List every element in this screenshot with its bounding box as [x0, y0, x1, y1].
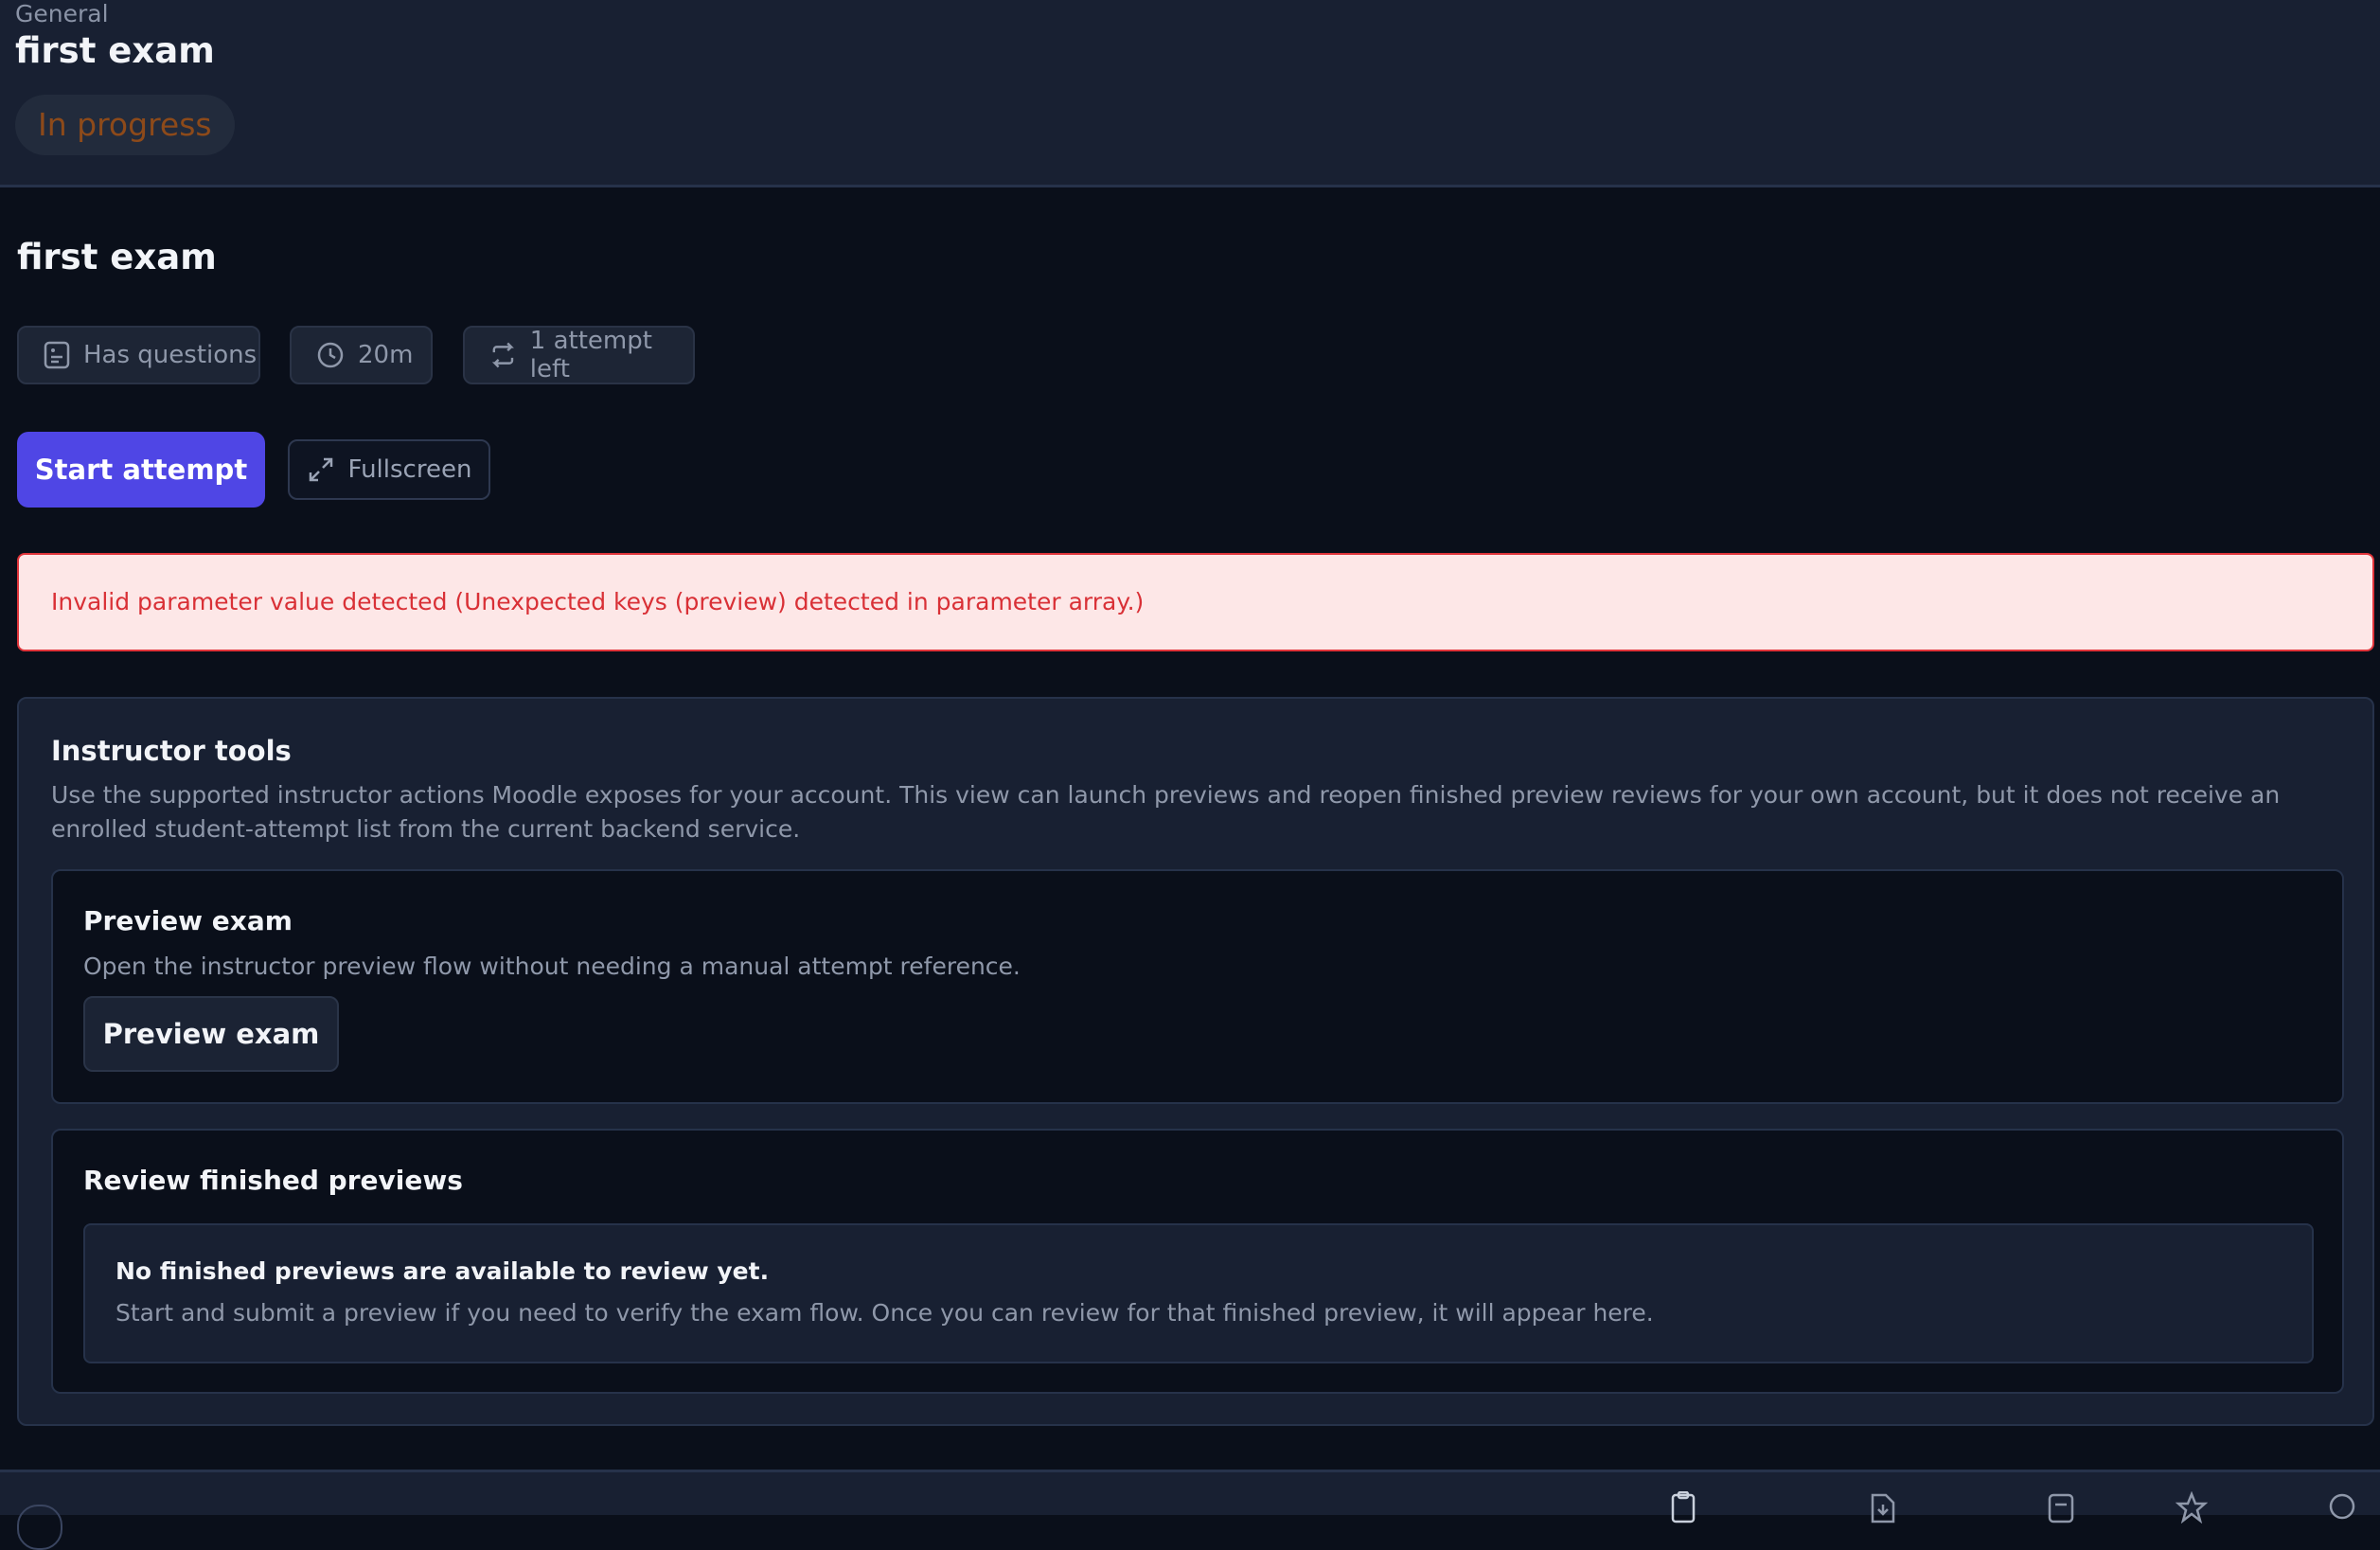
download-file-icon[interactable] [1867, 1491, 1899, 1523]
notes-icon[interactable] [2045, 1491, 2077, 1523]
instructor-tools-description: Use the supported instructor actions Moo… [51, 781, 2281, 843]
duration-chip: 20m [290, 326, 433, 384]
page-title: first exam [17, 237, 217, 277]
preview-exam-button[interactable]: Preview exam [83, 996, 339, 1072]
chat-icon[interactable] [2325, 1491, 2357, 1523]
chip-label: 1 attempt left [529, 327, 652, 383]
attempts-chip: 1 attempt left [463, 326, 695, 384]
clock-icon [317, 342, 344, 368]
clipboard-icon[interactable] [1668, 1491, 1700, 1523]
instructor-tools-title: Instructor tools [51, 735, 292, 767]
chip-label: Has questions [83, 341, 258, 369]
status-badge: In progress [15, 95, 235, 155]
chip-label: 20m [358, 341, 414, 369]
expand-icon [309, 457, 332, 482]
empty-state: No finished previews are available to re… [83, 1223, 2314, 1363]
fullscreen-button[interactable]: Fullscreen [288, 439, 490, 500]
fullscreen-label: Fullscreen [347, 455, 472, 484]
avatar[interactable] [17, 1505, 62, 1550]
empty-state-title: No finished previews are available to re… [115, 1257, 770, 1285]
bottom-nav [0, 1470, 2380, 1550]
preview-exam-card: Preview exam Open the instructor preview… [51, 869, 2344, 1104]
header-title: first exam [15, 30, 215, 71]
instructor-tools-panel: Instructor tools Use the supported instr… [17, 697, 2374, 1426]
error-alert: Invalid parameter value detected (Unexpe… [17, 553, 2374, 651]
start-attempt-button[interactable]: Start attempt [17, 432, 265, 508]
document-icon [44, 341, 70, 369]
review-previews-card: Review finished previews No finished pre… [51, 1129, 2344, 1394]
review-card-title: Review finished previews [83, 1165, 463, 1196]
preview-card-title: Preview exam [83, 905, 293, 936]
has-questions-chip: Has questions [17, 326, 260, 384]
top-header: General first exam In progress [0, 0, 2380, 187]
breadcrumb[interactable]: General [15, 0, 109, 27]
preview-card-description: Open the instructor preview flow without… [83, 953, 1021, 980]
repeat-icon [491, 342, 514, 368]
star-icon[interactable] [2176, 1491, 2208, 1523]
empty-state-description: Start and submit a preview if you need t… [115, 1299, 1654, 1327]
